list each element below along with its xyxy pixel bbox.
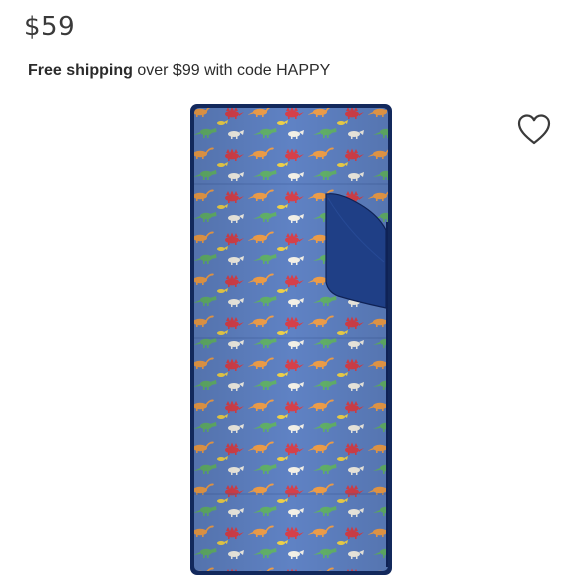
product-image[interactable] [188,102,396,577]
shipping-promo-detail: over $99 with code HAPPY [132,62,331,79]
sleeping-bag-image [190,104,392,575]
price: $59 [24,12,76,42]
favorite-button[interactable] [515,112,553,148]
heart-outline-icon [517,114,551,145]
shipping-promo: Free shipping over $99 with code HAPPY [28,62,330,80]
shipping-promo-bold: Free shipping [28,62,133,79]
